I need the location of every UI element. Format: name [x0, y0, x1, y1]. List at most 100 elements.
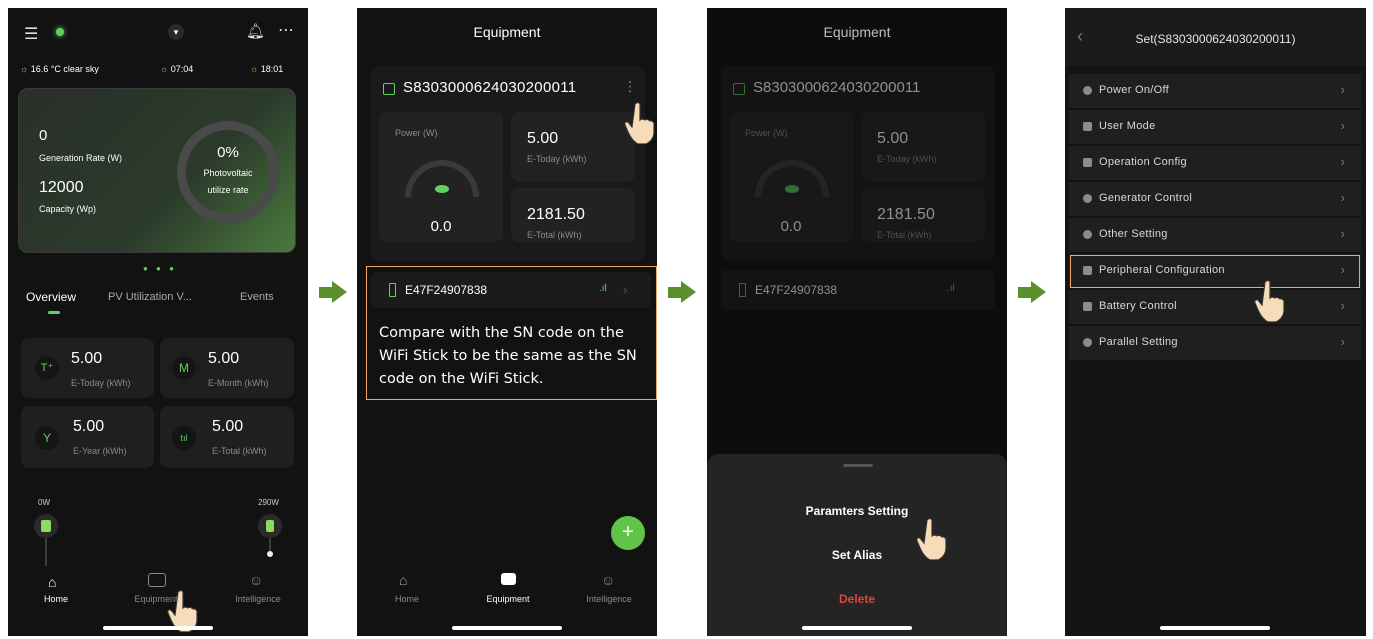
nav-home[interactable]: Home: [377, 594, 437, 604]
stat-e-total: tıl 5.00 E-Total (kWh): [160, 406, 294, 468]
chevron-right-icon: ›: [1340, 190, 1345, 205]
chevron-right-icon: ›: [1340, 154, 1345, 169]
flow-line-left: [45, 538, 47, 566]
page-title: Equipment: [823, 24, 891, 40]
flow-dot: [267, 551, 273, 557]
e-total-card: 2181.50 E-Total (kWh): [861, 188, 985, 242]
menu-generator-control[interactable]: Generator Control ›: [1069, 182, 1361, 217]
e-today-value: 5.00: [877, 130, 909, 147]
tab-overview[interactable]: Overview: [26, 290, 76, 304]
power-icon: [1083, 86, 1092, 95]
generation-rate-value: 0: [39, 127, 48, 144]
menu-label: Peripheral Configuration: [1099, 264, 1225, 276]
more-icon[interactable]: ⋯: [278, 20, 294, 40]
e-total-value: 2181.50: [527, 206, 585, 223]
nav-intelligence[interactable]: Intelligence: [579, 594, 639, 604]
power-value: 0.0: [780, 218, 802, 235]
intelligence-icon[interactable]: ☺: [249, 572, 263, 588]
tab-indicator: [48, 311, 60, 314]
e-year-icon: Y: [35, 426, 59, 450]
equipment-icon[interactable]: [501, 573, 516, 585]
dropdown-icon[interactable]: ▾: [168, 24, 184, 40]
equipment-screen: Equipment S830300062403020001​1 ⋮ Power …: [357, 8, 657, 636]
weather-row: ☼ 16.6 °C clear sky: [20, 64, 99, 74]
menu-operation-config[interactable]: Operation Config ›: [1069, 146, 1361, 181]
capacity-value: 12000: [39, 179, 84, 196]
e-today-label: E-Today (kWh): [877, 154, 937, 164]
nav-intelligence[interactable]: Intelligence: [228, 594, 288, 604]
set-alias-option[interactable]: Set Alias: [707, 548, 1007, 562]
add-device-button[interactable]: +: [611, 516, 645, 550]
stat-label: E-Month (kWh): [208, 378, 269, 388]
device-sn: S830300062403020001​1: [753, 79, 921, 96]
header-bar: ‹ Set(S830300062403020001​1): [1065, 8, 1366, 66]
page-dots: ● ● ●: [143, 264, 177, 273]
tab-events[interactable]: Events: [240, 291, 274, 303]
parameters-setting-option[interactable]: Paramters Setting: [707, 504, 1007, 518]
delete-option[interactable]: Delete: [707, 592, 1007, 606]
menu-label: Other Setting: [1099, 228, 1168, 240]
menu-other-setting[interactable]: Other Setting ›: [1069, 218, 1361, 253]
status-dot: [56, 28, 64, 36]
menu-user-mode[interactable]: User Mode ›: [1069, 110, 1361, 145]
home-icon[interactable]: ⌂: [48, 574, 56, 590]
generation-rate-label: Generation Rate (W): [39, 153, 123, 163]
crown-icon: [1083, 122, 1092, 131]
chevron-right-icon: ›: [1340, 226, 1345, 241]
nav-home[interactable]: Home: [26, 594, 86, 604]
chevron-right-icon: ›: [1340, 82, 1345, 97]
config-icon: [1083, 158, 1092, 167]
e-total-icon: tıl: [172, 426, 196, 450]
settings-screen: ‹ Set(S830300062403020001​1) Power On/Of…: [1065, 8, 1366, 636]
wifi-stick-row: E47F24907838 .ıl: [721, 270, 995, 310]
menu-peripheral-configuration[interactable]: Peripheral Configuration ›: [1069, 254, 1361, 289]
home-indicator: [103, 626, 213, 630]
e-today-value: 5.00: [527, 130, 559, 147]
inverter-icon: [733, 83, 745, 95]
stat-e-today: T⁺ 5.00 E-Today (kWh): [21, 338, 154, 398]
e-total-card: 2181.50 E-Total (kWh): [511, 188, 635, 242]
nav-equipment[interactable]: Equipment: [478, 594, 538, 604]
tab-pv-utilization[interactable]: PV Utilization V...: [108, 291, 192, 303]
power-value: 0.0: [430, 218, 452, 235]
equipment-icon[interactable]: [148, 573, 166, 587]
pv-label: Photovoltaic: [203, 168, 253, 178]
home-icon[interactable]: ⌂: [399, 572, 407, 588]
menu-label: Parallel Setting: [1099, 336, 1178, 348]
power-label: Power (W): [745, 128, 788, 138]
device-card[interactable]: S830300062403020001​1 ⋮ Power (W) 0.0 5.…: [371, 66, 645, 261]
generation-card[interactable]: 0 Generation Rate (W) 12000 Capacity (Wp…: [18, 88, 296, 253]
menu-label: Battery Control: [1099, 300, 1177, 312]
more-options-icon[interactable]: ⋮: [623, 78, 637, 95]
menu-parallel-setting[interactable]: Parallel Setting ›: [1069, 326, 1361, 361]
pv-label-2: utilize rate: [207, 185, 249, 195]
wifi-stick-row[interactable]: E47F24907838 .ıl ›: [371, 272, 651, 308]
wifi-stick-sn: E47F24907838: [405, 283, 488, 297]
sunrise: ☼ 07:04: [160, 64, 193, 74]
sunrise-time: 07:04: [170, 64, 194, 74]
menu-icon[interactable]: ☰: [24, 24, 38, 44]
bell-icon[interactable]: 🔔︎: [246, 22, 265, 40]
instruction-note: Compare with the SN code on the WiFi Sti…: [379, 325, 637, 387]
peripheral-icon: [1083, 266, 1092, 275]
e-total-label: E-Total (kWh): [877, 230, 932, 240]
menu-battery-control[interactable]: Battery Control ›: [1069, 290, 1361, 325]
hand-pointer-icon: [916, 517, 947, 560]
stat-label: E-Total (kWh): [212, 446, 267, 456]
weather-text: 16.6 °C clear sky: [30, 64, 99, 74]
sheet-handle[interactable]: [843, 464, 873, 467]
e-today-label: E-Today (kWh): [527, 154, 587, 164]
intelligence-icon[interactable]: ☺: [601, 572, 615, 588]
sun-icon: ☼: [20, 64, 29, 74]
menu-label: Generator Control: [1099, 192, 1193, 204]
menu-label: Power On/Off: [1099, 84, 1170, 96]
generator-icon: [1083, 194, 1092, 203]
action-sheet: Paramters Setting Set Alias Delete: [707, 454, 1007, 636]
menu-power-on-off[interactable]: Power On/Off ›: [1069, 74, 1361, 109]
gear-icon: [1083, 230, 1092, 239]
chevron-right-icon: ›: [1340, 334, 1345, 349]
wifi-stick-icon: [389, 283, 396, 297]
stat-value: 5.00: [71, 350, 103, 367]
stat-value: 5.00: [208, 350, 240, 367]
e-today-card: 5.00 E-Today (kWh): [861, 112, 985, 182]
